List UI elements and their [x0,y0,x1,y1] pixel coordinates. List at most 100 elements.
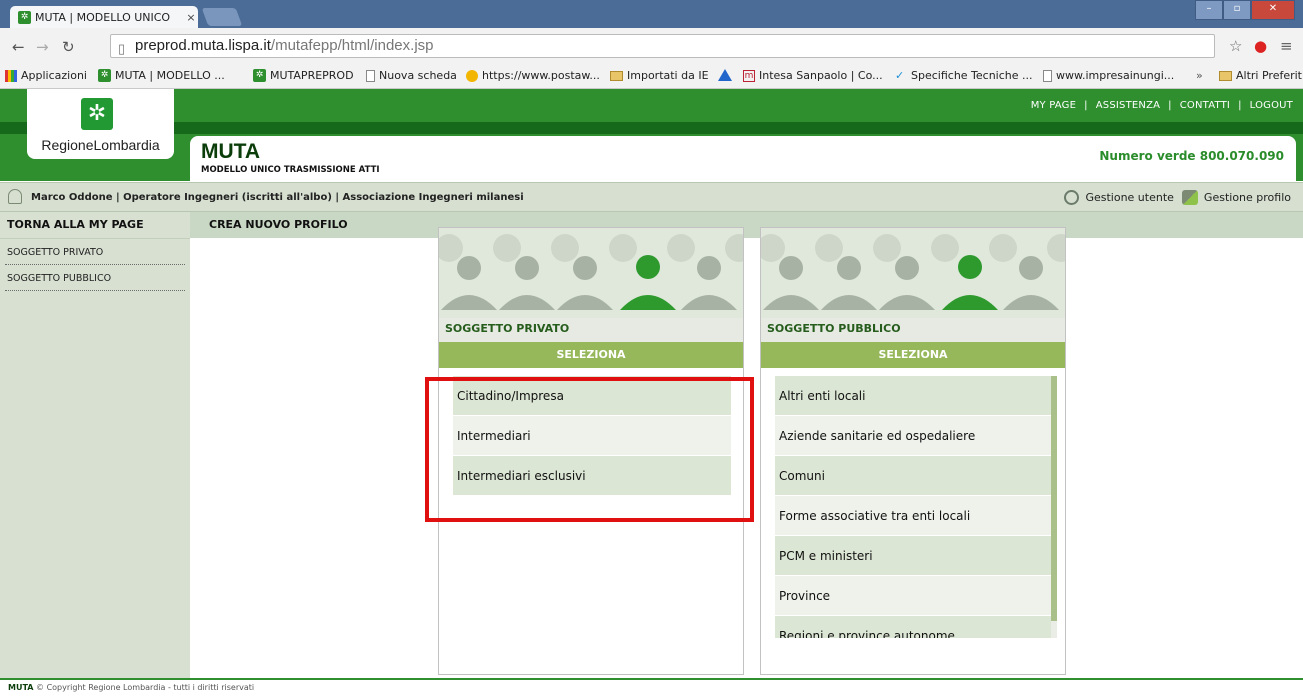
bookmarks-overflow[interactable]: » [1196,69,1203,82]
card-soggetto-pubblico: SOGGETTO PUBBLICO SELEZIONA Altri enti l… [760,227,1066,675]
url-host: preprod.muta.lispa.it [135,37,271,54]
user-bar: Marco Oddone | Operatore Ingegneri (iscr… [0,182,1303,212]
options-scrollbar[interactable] [1051,376,1057,638]
bookmark-item[interactable]: Nuova scheda [366,69,457,82]
minimize-button[interactable]: – [1195,0,1223,20]
bookmark-item[interactable]: m Intesa Sanpaolo | Co... [743,69,883,82]
header-band [0,122,1303,134]
bookmark-item[interactable]: ✓ Specifiche Tecniche ... [895,69,1033,82]
top-links: MY PAGE | ASSISTENZA | CONTATTI | LOGOUT [1031,100,1293,111]
page-title: CREA NUOVO PROFILO [209,218,348,231]
bookmark-label: Nuova scheda [379,69,457,82]
gestione-utente-link[interactable]: Gestione utente [1085,191,1173,204]
seleziona-button[interactable]: SELEZIONA [439,342,743,368]
postal-icon [466,69,478,82]
apps-icon [5,69,17,82]
footer: MUTA © Copyright Regione Lombardia - tut… [0,678,1303,699]
bookmark-item[interactable] [718,69,736,81]
people-icon [439,234,743,310]
option-aziende-sanitarie[interactable]: Aziende sanitarie ed ospedaliere [775,416,1051,456]
star-icon[interactable]: ☆ [1229,37,1242,55]
bookmark-label: Specifiche Tecniche ... [911,69,1033,82]
url-path: /mutafepp/html/index.jsp [270,37,434,54]
people-illustration [439,228,743,318]
user-actions: Gestione utente Gestione profilo [1064,190,1291,205]
bookmark-item[interactable]: ✲ MUTAPREPROD [253,69,354,82]
tab-title: MUTA | MODELLO UNICO [35,10,171,24]
highlight-box [425,377,754,522]
sidebar-item-soggetto-pubblico[interactable]: SOGGETTO PUBBLICO [5,265,185,291]
card-label: SOGGETTO PUBBLICO [761,318,1065,342]
option-pcm-ministeri[interactable]: PCM e ministeri [775,536,1051,576]
assistenza-link[interactable]: ASSISTENZA [1096,100,1160,111]
gestione-profilo-link[interactable]: Gestione profilo [1204,191,1291,204]
bookmark-item[interactable]: ✲ MUTA | MODELLO ... [98,69,225,82]
bookmark-item[interactable]: Applicazioni [5,69,87,82]
separator: | [1084,100,1088,111]
bookmark-label: MUTAPREPROD [270,69,354,82]
seleziona-button[interactable]: SELEZIONA [761,342,1065,368]
opera-icon[interactable]: ● [1254,37,1267,55]
bookmarks-bar: Applicazioni ✲ MUTA | MODELLO ... ✲ MUTAPR… [0,64,1303,89]
sidebar-item-soggetto-privato[interactable]: SOGGETTO PRIVATO [5,239,185,265]
app-subtitle: MODELLO UNICO TRASMISSIONE ATTI [201,165,380,175]
user-info: Marco Oddone | Operatore Ingegneri (iscr… [31,192,524,203]
people-icon [761,234,1065,310]
option-regioni-province-autonome[interactable]: Regioni e province autonome [775,616,1051,638]
footer-brand: MUTA [8,683,34,692]
people-illustration [761,228,1065,318]
page-icon [366,69,375,82]
app-title-box: MUTA MODELLO UNICO TRASMISSIONE ATTI Num… [190,136,1296,181]
card-label: SOGGETTO PRIVATO [439,318,743,342]
bookmark-label: MUTA | MODELLO ... [115,69,225,82]
forward-arrow-icon[interactable]: → [36,38,49,56]
page-icon [1043,69,1052,82]
my-page-link[interactable]: MY PAGE [1031,100,1076,111]
back-arrow-icon[interactable]: ← [12,38,25,56]
regione-mark-icon: ✲ [81,98,113,130]
triangle-icon [718,69,732,81]
browser-tab[interactable]: ✲ MUTA | MODELLO UNICO × [10,6,198,28]
browser-chrome: ✲ MUTA | MODELLO UNICO × – ▫ ✕ ← → ↻ ▯ p… [0,0,1303,89]
muta-icon: ✲ [98,69,111,82]
option-comuni[interactable]: Comuni [775,456,1051,496]
torna-my-page-link[interactable]: TORNA ALLA MY PAGE [0,212,190,239]
option-province[interactable]: Province [775,576,1051,616]
m-icon: m [743,69,755,82]
bookmark-item[interactable]: Importati da IE [610,69,709,82]
folder-icon [1219,70,1232,81]
close-window-button[interactable]: ✕ [1251,0,1295,20]
user-icon [8,189,22,204]
address-bar[interactable]: ▯ preprod.muta.lispa.it/mutafepp/html/in… [110,34,1215,58]
window-controls: – ▫ ✕ [1195,0,1295,20]
option-altri-enti-locali[interactable]: Altri enti locali [775,376,1051,416]
address-row: ← → ↻ ▯ preprod.muta.lispa.it/mutafepp/h… [0,28,1303,64]
bookmark-item[interactable]: Altri Preferiti [1219,69,1303,82]
muta-favicon-icon: ✲ [18,10,31,24]
bookmark-item[interactable]: www.impresainungi... [1043,69,1174,82]
profile-settings-icon [1181,190,1198,205]
bookmark-label: https://www.postaw... [482,69,600,82]
page-icon: ▯ [118,41,126,56]
bookmark-item[interactable]: https://www.postaw... [466,69,600,82]
contatti-link[interactable]: CONTATTI [1180,100,1230,111]
scrollbar-thumb[interactable] [1051,376,1057,621]
numero-verde: Numero verde 800.070.090 [1099,149,1284,163]
new-tab-button[interactable] [201,8,243,26]
app-title: MUTA [201,140,261,163]
folder-icon [610,70,623,81]
options-list: Altri enti locali Aziende sanitarie ed o… [775,376,1051,638]
menu-icon[interactable]: ≡ [1280,37,1293,55]
maximize-button[interactable]: ▫ [1223,0,1251,20]
bookmark-label: Applicazioni [21,69,87,82]
logout-link[interactable]: LOGOUT [1250,100,1293,111]
option-forme-associative[interactable]: Forme associative tra enti locali [775,496,1051,536]
user-settings-icon [1064,190,1080,205]
reload-icon[interactable]: ↻ [62,38,75,56]
bookmark-label: Importati da IE [627,69,709,82]
footer-copyright: © Copyright Regione Lombardia - tutti i … [36,683,255,692]
bookmark-label: Intesa Sanpaolo | Co... [759,69,883,82]
tab-close-icon[interactable]: × [184,11,198,24]
muta-icon: ✲ [253,69,266,82]
regione-logo[interactable]: ✲ RegioneLombardia [27,89,174,159]
